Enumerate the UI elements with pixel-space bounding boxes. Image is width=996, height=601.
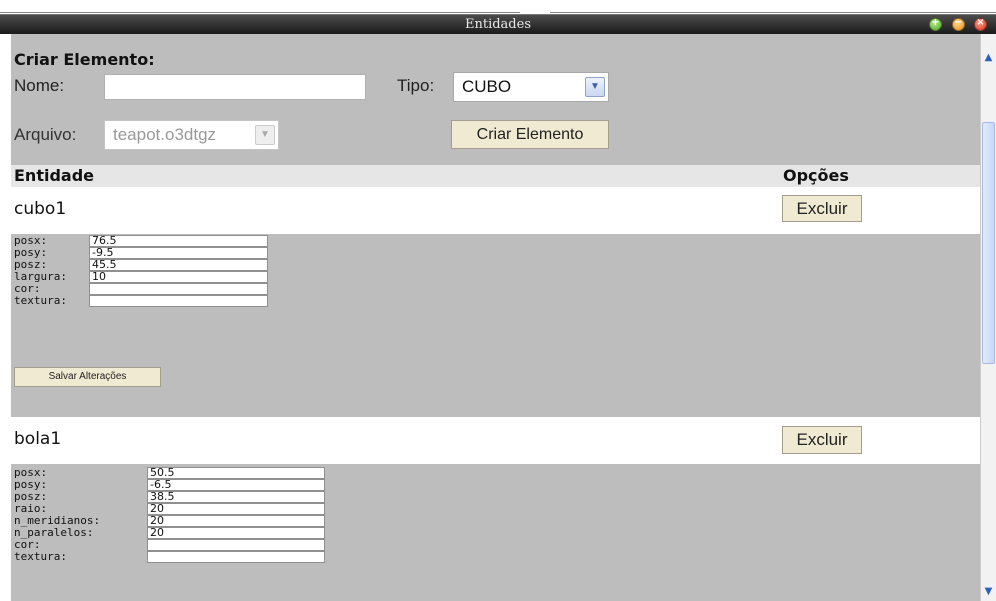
arrow-up-icon[interactable]: ▲ — [981, 50, 996, 65]
entities-panel: Criar Elemento: Nome: Tipo: CUBO ▼ Arqui… — [11, 34, 980, 601]
close-icon[interactable]: × — [974, 17, 987, 31]
arrow-down-icon[interactable]: ▼ — [981, 584, 996, 599]
property-row: posz: 38.5 — [14, 491, 326, 503]
column-header-options: Opções — [783, 166, 849, 185]
entity-properties: posx: 76.5 posy: -9.5 posz: 45.5 largura… — [14, 235, 269, 307]
n-meridianos-input[interactable]: 20 — [147, 515, 325, 527]
top-divider — [0, 12, 520, 13]
raio-input[interactable]: 20 — [147, 503, 325, 515]
posz-input[interactable]: 38.5 — [147, 491, 325, 503]
cor-input[interactable] — [89, 283, 268, 295]
tipo-select[interactable]: CUBO ▼ — [453, 72, 609, 102]
create-element-heading: Criar Elemento: — [14, 50, 155, 69]
nome-label: Nome: — [14, 76, 65, 95]
window-titlebar: Entidades + − × — [0, 14, 996, 34]
textura-input[interactable] — [147, 551, 325, 563]
nome-input[interactable] — [104, 74, 366, 100]
chevron-down-icon[interactable]: ▼ — [585, 77, 605, 97]
delete-button[interactable]: Excluir — [782, 195, 862, 222]
arquivo-select-value: teapot.o3dtgz — [113, 125, 217, 144]
largura-input[interactable]: 10 — [89, 271, 268, 283]
create-element-button[interactable]: Criar Elemento — [451, 120, 609, 149]
entity-row: bola1 Excluir — [11, 417, 980, 464]
property-row: largura: 10 — [14, 271, 269, 283]
chevron-down-icon: ▼ — [255, 125, 275, 145]
n-paralelos-input[interactable]: 20 — [147, 527, 325, 539]
property-row: textura: — [14, 551, 326, 563]
posx-input[interactable]: 50.5 — [147, 467, 325, 479]
delete-button[interactable]: Excluir — [782, 426, 862, 454]
property-label: textura: — [14, 550, 67, 563]
textura-input[interactable] — [89, 295, 268, 307]
maximize-icon[interactable]: + — [929, 17, 942, 31]
window-title: Entidades — [464, 17, 531, 32]
property-row: textura: — [14, 295, 269, 307]
arquivo-label: Arquivo: — [14, 125, 77, 144]
property-row: n_paralelos: 20 — [14, 527, 326, 539]
vertical-scrollbar[interactable]: ▲ ▼ — [980, 34, 996, 601]
top-divider-right — [550, 12, 996, 13]
cor-input[interactable] — [147, 539, 325, 551]
tipo-select-value: CUBO — [462, 77, 512, 96]
save-changes-button[interactable]: Salvar Alterações — [14, 367, 161, 387]
scrollbar-thumb[interactable] — [982, 122, 995, 364]
entity-name: cubo1 — [14, 199, 67, 219]
posz-input[interactable]: 45.5 — [89, 259, 268, 271]
tipo-label: Tipo: — [397, 76, 435, 95]
property-row: posx: 76.5 — [14, 235, 269, 247]
column-header-entity: Entidade — [14, 166, 95, 185]
property-label: textura: — [14, 294, 67, 307]
arquivo-select[interactable]: teapot.o3dtgz ▼ — [104, 120, 279, 150]
posx-input[interactable]: 76.5 — [89, 235, 268, 247]
entity-row: cubo1 Excluir — [11, 187, 980, 234]
property-row: posy: -9.5 — [14, 247, 269, 259]
table-header: Entidade Opções — [11, 165, 980, 187]
minimize-icon[interactable]: − — [952, 17, 965, 31]
entity-properties: posx: 50.5 posy: -6.5 posz: 38.5 raio: 2… — [14, 467, 326, 563]
top-strip — [0, 0, 996, 14]
entity-name: bola1 — [14, 429, 62, 449]
